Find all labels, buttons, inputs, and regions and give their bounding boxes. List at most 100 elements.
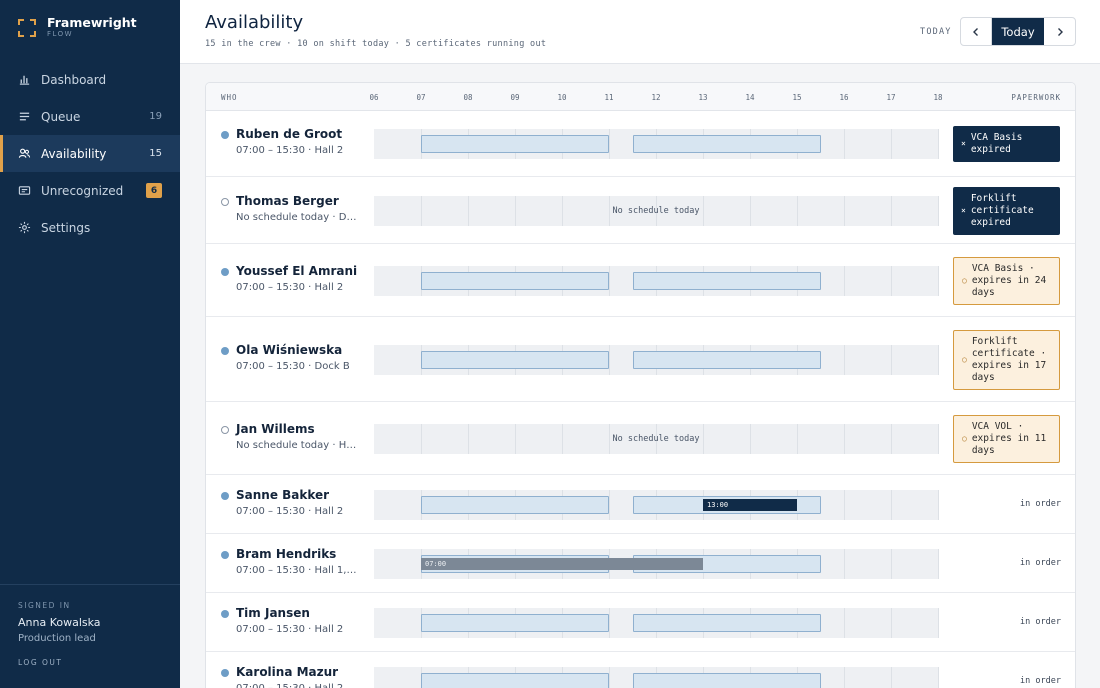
table-row[interactable]: Jan Willems No schedule today · Hall 2 No … — [206, 402, 1075, 475]
sidebar-item-dashboard[interactable]: Dashboard — [0, 61, 180, 98]
hour-tick-07: 07 — [416, 93, 426, 102]
current-time-marker[interactable]: 13:00 — [703, 498, 797, 511]
today-label: TODAY — [920, 27, 952, 37]
table-row[interactable]: Thomas Berger No schedule today · Dock B N… — [206, 177, 1075, 244]
person-name[interactable]: Thomas Berger — [236, 194, 339, 208]
signed-in-label: SIGNED IN — [18, 601, 71, 610]
hour-gridline — [891, 666, 892, 688]
hour-tick-08: 08 — [463, 93, 473, 102]
paperwork-column-header: PAPERWORK — [1011, 93, 1061, 102]
table-row[interactable]: Tim Jansen 07:00 – 15:30 · Hall 2 in order — [206, 593, 1075, 652]
signed-in-panel: SIGNED IN Anna Kowalska Production lead … — [0, 584, 180, 667]
sidebar-item-label: Unrecognized — [41, 183, 124, 198]
sidebar: Framewright FLOW Dashboard Queue 19 Availab… — [0, 0, 180, 688]
schedule-track — [374, 344, 939, 375]
person-schedule: 07:00 – 15:30 · Hall 2, H… — [236, 682, 358, 688]
table-row[interactable]: Ruben de Groot 07:00 – 15:30 · Hall 2 × VCA… — [206, 111, 1075, 177]
sidebar-item-availability[interactable]: Availability 15 — [0, 135, 180, 172]
hour-gridline — [938, 423, 939, 454]
clocked-in-bar[interactable]: 07:00 — [421, 557, 703, 570]
schedule-track: 13:00 — [374, 489, 939, 520]
schedule-track: No schedule today — [374, 195, 939, 226]
shift-block[interactable] — [421, 271, 609, 290]
on-shift-indicator — [221, 131, 229, 139]
hour-gridline — [609, 129, 610, 159]
hour-gridline — [938, 548, 939, 579]
certificate-expired-badge[interactable]: × VCA Basis expired — [953, 126, 1060, 162]
person-schedule: 07:00 – 15:30 · Hall 1, D… — [236, 564, 358, 576]
certificate-expiring-badge[interactable]: ○ Forklift certificate · expires in 17 da… — [953, 329, 1060, 390]
hour-gridline — [891, 607, 892, 638]
shift-block[interactable] — [421, 495, 609, 514]
shift-block[interactable] — [632, 350, 821, 369]
hour-tick-18: 18 — [933, 93, 943, 102]
person-name[interactable]: Bram Hendriks — [236, 547, 336, 561]
brand[interactable]: Framewright FLOW — [18, 16, 137, 39]
hour-gridline — [609, 265, 610, 296]
no-schedule-note: No schedule today — [612, 205, 700, 216]
hour-tick-17: 17 — [886, 93, 896, 102]
shift-block[interactable] — [632, 672, 821, 688]
logout-button[interactable]: LOG OUT — [18, 658, 162, 667]
id-card-icon — [18, 184, 31, 197]
on-shift-indicator — [221, 668, 229, 677]
next-day-button[interactable] — [1044, 18, 1075, 45]
hour-gridline — [938, 129, 939, 159]
sidebar-nav: Dashboard Queue 19 Availability 15 Unrecogniz… — [0, 61, 180, 246]
schedule-track: No schedule today — [374, 423, 939, 454]
sidebar-item-queue[interactable]: Queue 19 — [0, 98, 180, 135]
certificate-expired-badge[interactable]: × Forklift certificate expired — [953, 186, 1060, 235]
person-schedule: 07:00 – 15:30 · Hall 2 — [236, 281, 344, 293]
sidebar-item-settings[interactable]: Settings — [0, 209, 180, 246]
shift-block[interactable] — [421, 350, 609, 369]
person-name[interactable]: Ruben de Groot — [236, 127, 342, 141]
page-title: Availability — [205, 12, 304, 33]
person-name[interactable]: Jan Willems — [236, 422, 315, 436]
table-row[interactable]: Sanne Bakker 07:00 – 15:30 · Hall 2 13:00 i… — [206, 475, 1075, 534]
person-name[interactable]: Youssef El Amrani — [236, 264, 357, 278]
users-icon — [18, 147, 31, 160]
person-name[interactable]: Tim Jansen — [236, 606, 310, 620]
certificate-expiring-badge[interactable]: ○ VCA VOL · expires in 11 days — [953, 414, 1060, 463]
person-schedule: 07:00 – 15:30 · Hall 2 — [236, 623, 344, 635]
table-row[interactable]: Ola Wiśniewska 07:00 – 15:30 · Dock B ○ For… — [206, 317, 1075, 402]
person-name[interactable]: Karolina Mazur — [236, 665, 338, 679]
on-shift-indicator — [221, 491, 229, 500]
today-button[interactable]: Today — [992, 18, 1044, 45]
hour-gridline — [844, 265, 845, 296]
table-row[interactable]: Bram Hendriks 07:00 – 15:30 · Hall 1, D… 0… — [206, 534, 1075, 593]
shift-block[interactable] — [421, 672, 609, 688]
availability-table: WHO PAPERWORK 06 07 08 09 10 11 12 13 14 15 16 17 18… — [205, 82, 1076, 688]
sidebar-item-label: Availability — [41, 146, 107, 161]
hour-gridline — [938, 489, 939, 520]
certificate-expiring-badge[interactable]: ○ VCA Basis · expires in 24 days — [953, 256, 1060, 305]
circle-icon: ○ — [962, 433, 967, 443]
shift-block[interactable] — [421, 613, 609, 632]
off-shift-indicator — [221, 425, 229, 434]
person-schedule: 07:00 – 15:30 · Hall 2 — [236, 145, 344, 156]
table-row[interactable]: Youssef El Amrani 07:00 – 15:30 · Hall 2 ○… — [206, 244, 1075, 317]
list-icon — [18, 110, 31, 123]
circle-icon: ○ — [962, 354, 967, 364]
person-name[interactable]: Ola Wiśniewska — [236, 343, 342, 357]
schedule-track — [374, 666, 939, 688]
paperwork-text: VCA Basis expired — [970, 132, 1023, 155]
bar-chart-icon — [18, 73, 31, 86]
sidebar-item-count: 19 — [149, 111, 162, 122]
shift-block[interactable] — [632, 271, 821, 290]
sidebar-item-unrecognized[interactable]: Unrecognized 6 — [0, 172, 180, 209]
table-header: WHO PAPERWORK 06 07 08 09 10 11 12 13 14 15 16 17 18 — [206, 83, 1075, 111]
on-shift-indicator — [221, 609, 229, 618]
brand-logo-icon — [18, 18, 36, 37]
off-shift-indicator — [221, 197, 229, 206]
gear-icon — [18, 221, 31, 234]
shift-block[interactable] — [421, 135, 609, 153]
shift-block[interactable] — [632, 135, 821, 153]
hour-gridline — [891, 129, 892, 159]
person-name[interactable]: Sanne Bakker — [236, 488, 329, 502]
shift-block[interactable] — [632, 613, 821, 632]
table-row[interactable]: Karolina Mazur 07:00 – 15:30 · Hall 2, H…… — [206, 652, 1075, 688]
previous-day-button[interactable] — [961, 18, 992, 45]
person-schedule: 07:00 – 15:30 · Dock B — [236, 360, 350, 372]
hour-gridline — [938, 607, 939, 638]
